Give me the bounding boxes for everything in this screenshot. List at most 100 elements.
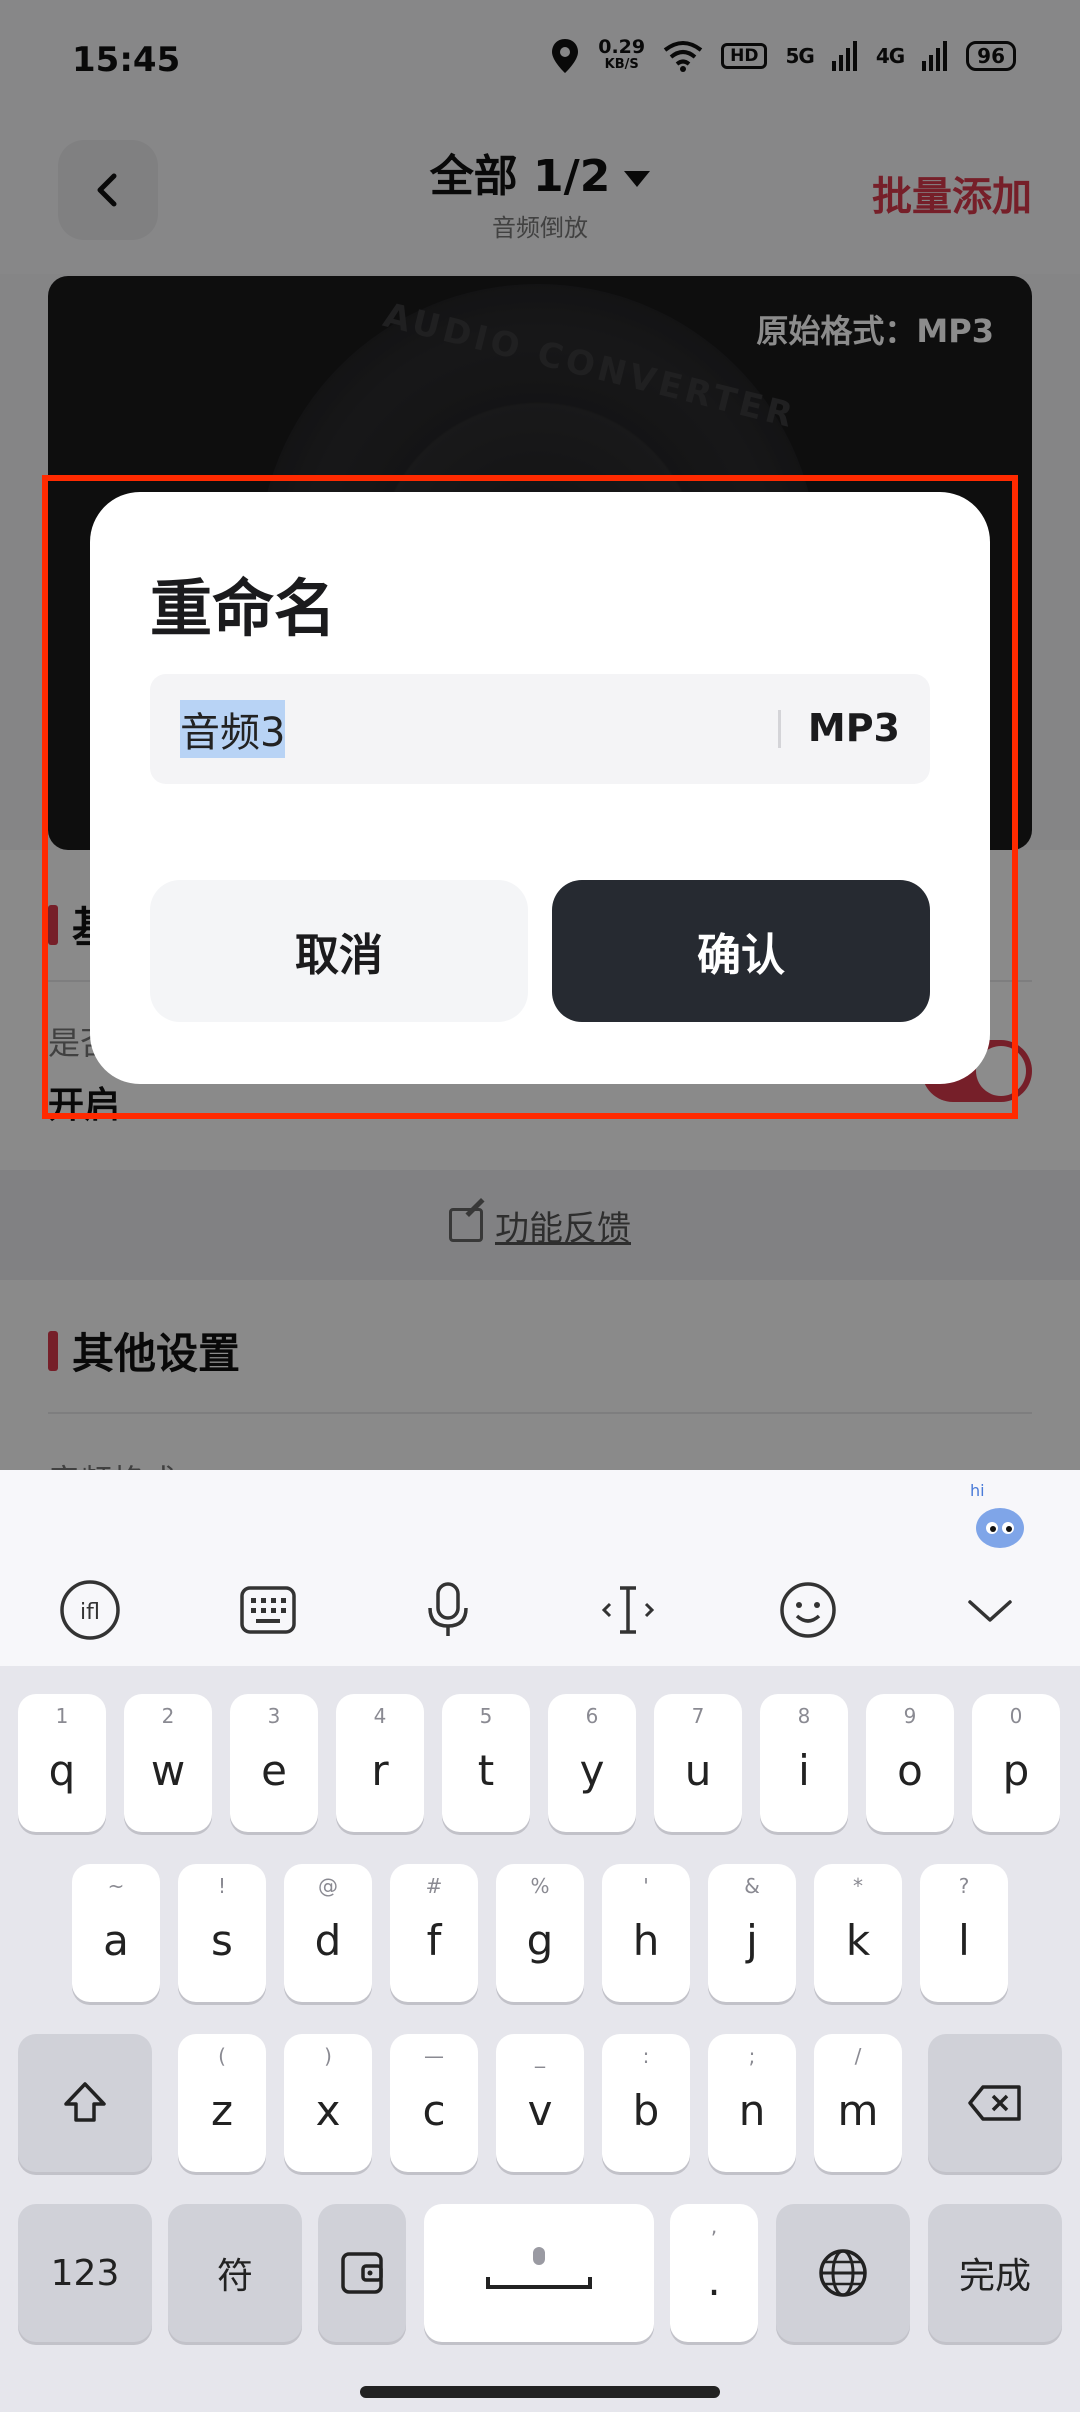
done-key[interactable]: 完成: [928, 2204, 1062, 2342]
filename-input[interactable]: [150, 674, 770, 784]
symbols-key[interactable]: 符: [168, 2204, 302, 2342]
key-label: l: [958, 1915, 970, 1965]
key-i[interactable]: 8i: [760, 1694, 848, 1832]
key-e[interactable]: 3e: [230, 1694, 318, 1832]
key-w[interactable]: 2w: [124, 1694, 212, 1832]
rename-field: MP3: [150, 674, 930, 784]
key-hint: &: [744, 1874, 760, 1898]
key-label: i: [798, 1745, 810, 1795]
key-hint: !: [217, 1874, 227, 1898]
cancel-button[interactable]: 取消: [150, 880, 528, 1022]
key-label: d: [314, 1915, 342, 1965]
key-label: c: [422, 2085, 446, 2135]
key-label: 符: [216, 2256, 253, 2297]
key-v[interactable]: _ v: [496, 2034, 584, 2172]
keyboard-toolbar: hi ifl: [0, 1470, 1080, 1666]
key-g[interactable]: % g: [496, 1864, 584, 2002]
key-label: r: [371, 1745, 389, 1795]
key-hint: 5: [479, 1704, 493, 1728]
key-m[interactable]: / m: [814, 2034, 902, 2172]
space-bar-icon: [486, 2247, 592, 2289]
key-p[interactable]: 0p: [972, 1694, 1060, 1832]
key-y[interactable]: 6y: [548, 1694, 636, 1832]
key-hint: ,: [710, 2214, 718, 2238]
dialog-title: 重命名: [150, 572, 337, 645]
globe-icon: [819, 2249, 867, 2297]
numbers-key[interactable]: 123: [18, 2204, 152, 2342]
key-a[interactable]: ~ a: [72, 1864, 160, 2002]
key-hint: 6: [585, 1704, 599, 1728]
extension-separator: [778, 710, 781, 748]
key-label: a: [103, 1915, 129, 1965]
key-label: q: [48, 1745, 76, 1795]
key-x[interactable]: ) x: [284, 2034, 372, 2172]
key-label: z: [210, 2085, 234, 2135]
key-label: e: [261, 1745, 287, 1795]
language-key[interactable]: [776, 2204, 910, 2342]
key-c[interactable]: — c: [390, 2034, 478, 2172]
key-h[interactable]: ' h: [602, 1864, 690, 2002]
mascot-icon[interactable]: hi: [958, 1478, 1034, 1554]
key-label: p: [1002, 1745, 1030, 1795]
key-hint: #: [425, 1874, 443, 1898]
key-l[interactable]: ? l: [920, 1864, 1008, 2002]
confirm-button[interactable]: 确认: [552, 880, 930, 1022]
key-hint: %: [530, 1874, 550, 1898]
key-d[interactable]: @ d: [284, 1864, 372, 2002]
key-label: y: [579, 1745, 605, 1795]
key-label: s: [211, 1915, 233, 1965]
key-label: m: [837, 2085, 879, 2135]
backspace-icon: [968, 2085, 1021, 2121]
clipboard-key[interactable]: [318, 2204, 406, 2342]
shift-key[interactable]: [18, 2034, 152, 2172]
key-k[interactable]: * k: [814, 1864, 902, 2002]
keyboard-layout-icon[interactable]: [228, 1570, 308, 1650]
voice-input-icon[interactable]: ifl: [50, 1570, 130, 1650]
key-label: v: [527, 2085, 553, 2135]
key-label: n: [738, 2085, 766, 2135]
key-hint: 1: [55, 1704, 69, 1728]
key-hint: 8: [797, 1704, 811, 1728]
shift-icon: [64, 2082, 106, 2122]
chevron-down-icon[interactable]: [950, 1570, 1030, 1650]
key-q[interactable]: 1q: [18, 1694, 106, 1832]
key-label: h: [632, 1915, 660, 1965]
key-hint: 4: [373, 1704, 387, 1728]
key-z[interactable]: (z: [178, 2034, 266, 2172]
key-t[interactable]: 5t: [442, 1694, 530, 1832]
key-u[interactable]: 7u: [654, 1694, 742, 1832]
key-hint: —: [424, 2044, 444, 2068]
key-hint: _: [535, 2044, 545, 2068]
key-hint: /: [854, 2044, 862, 2068]
emoji-icon[interactable]: [768, 1570, 848, 1650]
key-s[interactable]: ! s: [178, 1864, 266, 2002]
key-label: 完成: [958, 2256, 1031, 2297]
space-key[interactable]: [424, 2204, 654, 2342]
key-label: .: [707, 2255, 721, 2305]
key-label: w: [150, 1745, 186, 1795]
key-f[interactable]: # f: [390, 1864, 478, 2002]
key-hint: 7: [691, 1704, 705, 1728]
microphone-icon[interactable]: [408, 1570, 488, 1650]
key-hint: ?: [958, 1874, 970, 1898]
key-label: t: [477, 1745, 495, 1795]
rename-dialog: 重命名 MP3 取消 确认: [90, 492, 990, 1084]
key-n[interactable]: ; n: [708, 2034, 796, 2172]
key-hint: 0: [1009, 1704, 1023, 1728]
cursor-icon[interactable]: [588, 1570, 668, 1650]
key-j[interactable]: & j: [708, 1864, 796, 2002]
key-hint: 3: [267, 1704, 281, 1728]
key-b[interactable]: :b: [602, 2034, 690, 2172]
key-hint: ): [324, 2044, 332, 2068]
backspace-key[interactable]: [928, 2034, 1062, 2172]
svg-text:ifl: ifl: [80, 1600, 100, 1625]
home-indicator[interactable]: [360, 2386, 720, 2398]
mascot-badge: hi: [970, 1481, 985, 1500]
key-hint: 2: [161, 1704, 175, 1728]
key-o[interactable]: 9o: [866, 1694, 954, 1832]
soft-keyboard: hi ifl 1q 2w 3e 4r 5t 6y 7u 8i 9o 0p ~ a…: [0, 1470, 1080, 2412]
key-hint: :: [642, 2044, 650, 2068]
key-label: 123: [50, 2252, 120, 2294]
key-r[interactable]: 4r: [336, 1694, 424, 1832]
period-key[interactable]: ,.: [670, 2204, 758, 2342]
